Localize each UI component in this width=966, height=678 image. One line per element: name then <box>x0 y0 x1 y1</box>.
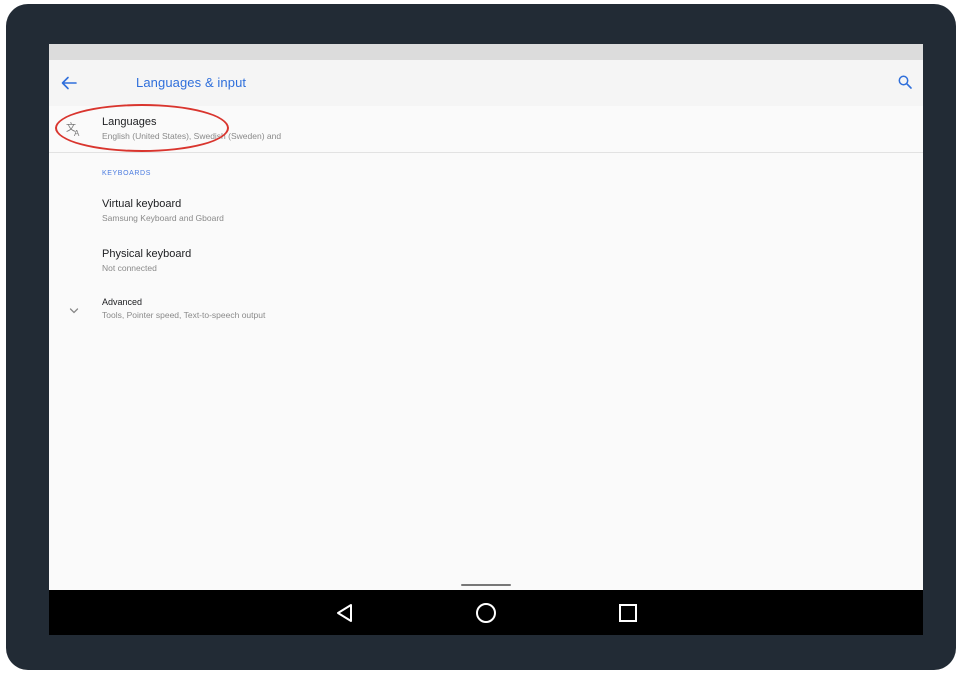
languages-summary: English (United States), Swedish (Sweden… <box>102 131 282 141</box>
advanced-title: Advanced <box>102 297 143 307</box>
page-title: Languages & input <box>136 75 247 90</box>
physical-keyboard-summary: Not connected <box>102 263 157 273</box>
divider <box>49 152 923 153</box>
gesture-handle[interactable] <box>461 584 511 586</box>
physical-keyboard-title: Physical keyboard <box>102 248 192 260</box>
arrow-left-icon[interactable] <box>59 74 79 92</box>
translate-icon: 文 A <box>65 120 83 138</box>
languages-item[interactable]: 文 A Languages English (United States), S… <box>49 106 923 153</box>
advanced-summary: Tools, Pointer speed, Text-to-speech out… <box>102 310 266 320</box>
virtual-keyboard-item[interactable]: Virtual keyboard Samsung Keyboard and Gb… <box>49 190 923 234</box>
status-bar <box>49 44 923 60</box>
physical-keyboard-item[interactable]: Physical keyboard Not connected <box>49 240 923 284</box>
circle-home-icon[interactable] <box>474 601 498 625</box>
keyboards-section-header: KEYBOARDS <box>102 170 151 177</box>
advanced-item[interactable]: Advanced Tools, Pointer speed, Text-to-s… <box>49 290 923 330</box>
square-recents-icon[interactable] <box>616 601 640 625</box>
virtual-keyboard-summary: Samsung Keyboard and Gboard <box>102 213 224 223</box>
app-bar: Languages & input <box>49 60 923 106</box>
screen: Languages & input 文 A Languages English … <box>49 44 923 635</box>
languages-title: Languages <box>102 116 157 128</box>
navigation-bar <box>49 590 923 635</box>
triangle-back-icon[interactable] <box>333 601 357 625</box>
search-icon[interactable] <box>897 74 913 90</box>
chevron-down-icon <box>69 302 79 314</box>
svg-text:A: A <box>74 129 80 138</box>
virtual-keyboard-title: Virtual keyboard <box>102 198 182 210</box>
tablet-frame: Languages & input 文 A Languages English … <box>6 4 956 670</box>
